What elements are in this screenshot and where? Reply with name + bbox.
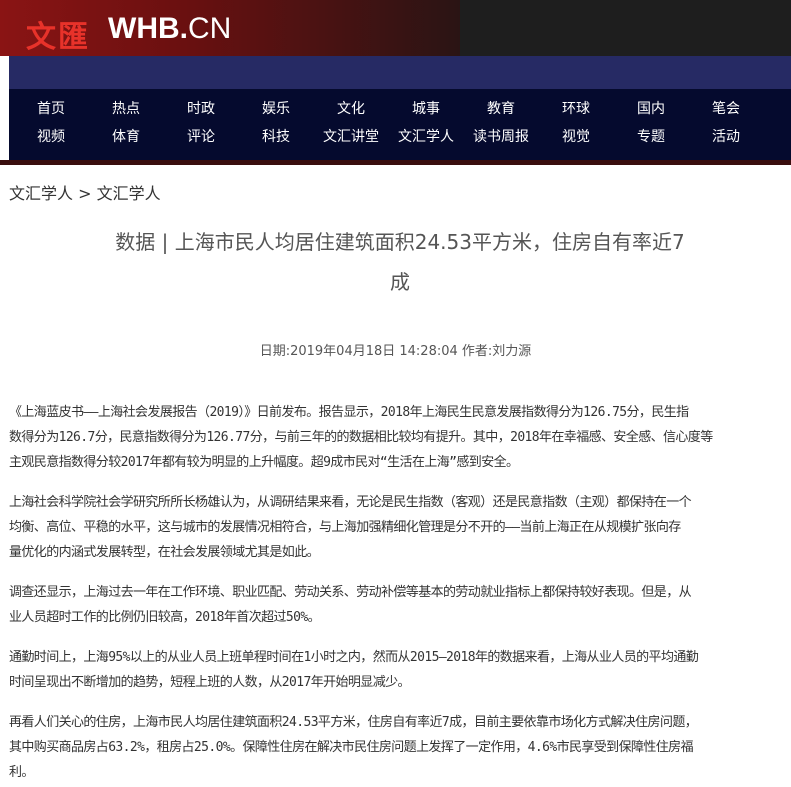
article-paragraph: 通勤时间上，上海95%以上的从业人员上班单程时间在1小时之内，然而从2015—2… (9, 645, 785, 695)
site-logo-chinese[interactable]: 文匯 (26, 12, 90, 56)
article-paragraph: 再看人们关心的住房，上海市民人均居住建筑面积24.53平方米，住房自有率近7成，… (9, 710, 785, 785)
nav-item[interactable]: 文汇讲堂 (311, 129, 391, 145)
nav-item[interactable]: 科技 (236, 129, 316, 145)
nav-bottom-border (0, 160, 791, 165)
nav-item[interactable]: 体育 (86, 129, 166, 145)
article-paragraph: 调查还显示，上海过去一年在工作环境、职业匹配、劳动关系、劳动补偿等基本的劳动就业… (9, 580, 785, 630)
article-title-line1: 数据 | 上海市民人均居住建筑面积24.53平方米，住房自有率近7 (115, 230, 685, 254)
nav-item[interactable]: 娱乐 (236, 101, 316, 117)
paragraph-line: 调查还显示，上海过去一年在工作环境、职业匹配、劳动关系、劳动补偿等基本的劳动就业… (9, 585, 692, 600)
paragraph-line: 其中购买商品房占63.2%，租房占25.0%。保障性住房在解决市民住房问题上发挥… (9, 740, 694, 755)
nav-item[interactable]: 热点 (86, 101, 166, 117)
nav-item[interactable]: 评论 (161, 129, 241, 145)
article-title-line2: 成 (390, 270, 410, 294)
paragraph-line: 业人员超时工作的比例仍旧较高，2018年首次超过50%。 (9, 610, 321, 625)
nav-item[interactable]: 专题 (611, 129, 691, 145)
nav-item[interactable]: 环球 (536, 101, 616, 117)
article-paragraph: 上海社会科学院社会学研究所所长杨雄认为，从调研结果来看，无论是民生指数（客观）还… (9, 490, 785, 565)
article-title: 数据 | 上海市民人均居住建筑面积24.53平方米，住房自有率近7 成 (80, 222, 720, 302)
main-nav: 首页热点时政娱乐文化城事教育环球国内笔会健视频体育评论科技文汇讲堂文汇学人读书周… (9, 89, 791, 160)
nav-item[interactable]: 国内 (611, 101, 691, 117)
nav-item[interactable]: 视觉 (536, 129, 616, 145)
paragraph-line: 量优化的内涵式发展转型，在社会发展领域尤其是如此。 (9, 545, 320, 560)
nav-item[interactable]: 教育 (461, 101, 541, 117)
paragraph-line: 《上海蓝皮书——上海社会发展报告（2019）》日前发布。报告显示，2018年上海… (9, 405, 689, 420)
nav-item[interactable]: 首页 (11, 101, 91, 117)
paragraph-line: 主观民意指数得分较2017年都有较为明显的上升幅度。超9成市民对“生活在上海”感… (9, 455, 519, 470)
paragraph-line: 再看人们关心的住房，上海市民人均居住建筑面积24.53平方米，住房自有率近7成，… (9, 715, 698, 730)
breadcrumb[interactable]: 文汇学人 > 文汇学人 (9, 180, 161, 204)
nav-item[interactable]: 健 (761, 101, 791, 117)
nav-item[interactable]: 笔会 (686, 101, 766, 117)
nav-item[interactable]: 读书周报 (461, 129, 541, 145)
paragraph-line: 通勤时间上，上海95%以上的从业人员上班单程时间在1小时之内，然而从2015—2… (9, 650, 699, 665)
paragraph-line: 时间呈现出不断增加的趋势，短程上班的人数，从2017年开始明显减少。 (9, 675, 411, 690)
site-logo-text: WHB. (108, 12, 188, 45)
nav-item[interactable]: 活动 (686, 129, 766, 145)
paragraph-line: 利。 (9, 765, 34, 780)
nav-item[interactable]: 城事 (386, 101, 466, 117)
paragraph-line: 均衡、高位、平稳的水平，这与城市的发展情况相符合，与上海加强精细化管理是分不开的… (9, 520, 681, 535)
site-logo[interactable]: WHB.CN (108, 12, 231, 46)
header-band (9, 56, 791, 89)
nav-item[interactable]: 文汇学人 (386, 129, 466, 145)
article-paragraph: 《上海蓝皮书——上海社会发展报告（2019）》日前发布。报告显示，2018年上海… (9, 400, 785, 475)
article-meta: 日期:2019年04月18日 14:28:04 作者:刘力源 (259, 344, 532, 359)
site-header: 文匯 WHB.CN (0, 0, 791, 56)
nav-item[interactable]: 时政 (161, 101, 241, 117)
nav-item[interactable]: 视频 (11, 129, 91, 145)
nav-item[interactable]: 文化 (311, 101, 391, 117)
paragraph-line: 数得分为126.7分，民意指数得分为126.77分，与前三年的的数据相比较均有提… (9, 430, 713, 445)
paragraph-line: 上海社会科学院社会学研究所所长杨雄认为，从调研结果来看，无论是民生指数（客观）还… (9, 495, 692, 510)
site-logo-suffix: CN (187, 12, 232, 45)
